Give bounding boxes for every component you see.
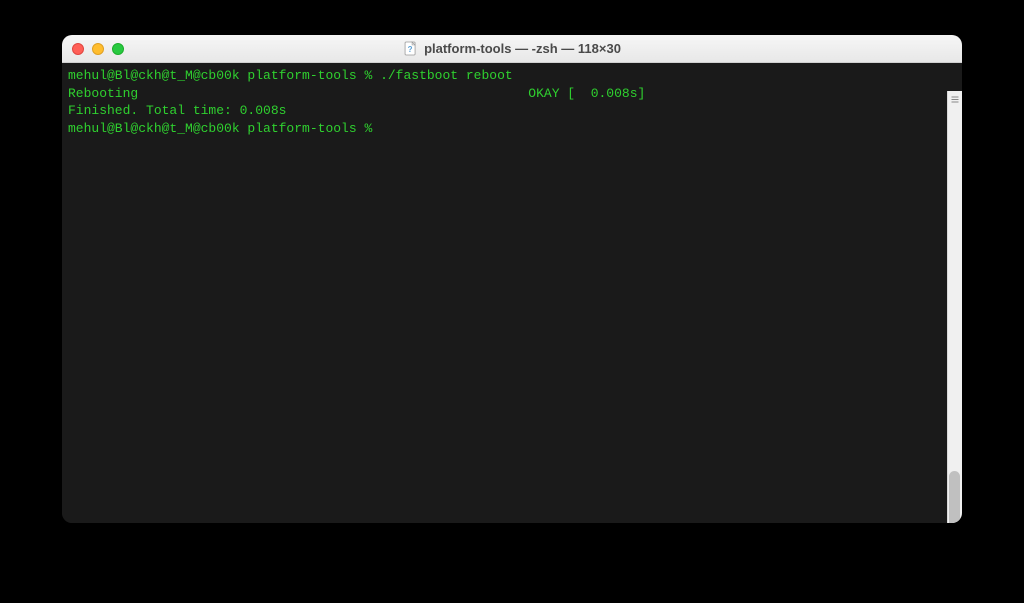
close-button[interactable] [72, 43, 84, 55]
title-text: platform-tools — -zsh — 118×30 [424, 41, 621, 56]
scrollbar-thumb[interactable] [949, 471, 960, 523]
terminal-line: Finished. Total time: 0.008s [68, 102, 956, 120]
folder-icon: ? [403, 41, 419, 57]
terminal-line: Rebooting OKAY [ 0.008s] [68, 85, 956, 103]
terminal-line: mehul@Bl@ckh@t_M@cb00k platform-tools % [68, 120, 956, 138]
terminal-body[interactable]: mehul@Bl@ckh@t_M@cb00k platform-tools % … [62, 63, 962, 523]
terminal-line: mehul@Bl@ckh@t_M@cb00k platform-tools % … [68, 67, 956, 85]
prompt-text: mehul@Bl@ckh@t_M@cb00k platform-tools % [68, 68, 380, 83]
window-title: ? platform-tools — -zsh — 118×30 [403, 41, 621, 57]
content-wrap: mehul@Bl@ckh@t_M@cb00k platform-tools % … [62, 63, 962, 523]
output-text: Finished. Total time: 0.008s [68, 103, 286, 118]
prompt-text: mehul@Bl@ckh@t_M@cb00k platform-tools % [68, 121, 380, 136]
scrollbar-menu-icon[interactable] [951, 95, 960, 104]
spacer [138, 86, 528, 101]
scrollbar-track[interactable] [947, 91, 962, 523]
traffic-lights [72, 43, 124, 55]
minimize-button[interactable] [92, 43, 104, 55]
svg-text:?: ? [408, 45, 413, 54]
titlebar[interactable]: ? platform-tools — -zsh — 118×30 [62, 35, 962, 63]
maximize-button[interactable] [112, 43, 124, 55]
status-text: OKAY [ 0.008s] [528, 86, 645, 101]
terminal-window: ? platform-tools — -zsh — 118×30 mehul@B… [62, 35, 962, 523]
output-text: Rebooting [68, 86, 138, 101]
command-text: ./fastboot reboot [380, 68, 513, 83]
